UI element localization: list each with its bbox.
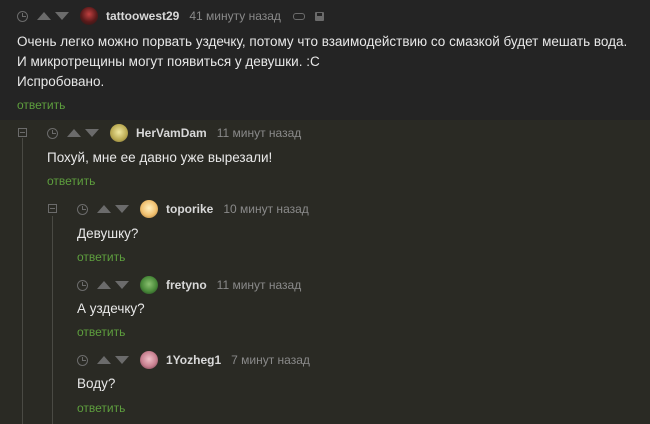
reply-button[interactable]: ответить xyxy=(77,250,125,264)
timestamp[interactable]: 11 минут назад xyxy=(217,278,302,292)
comment-text-line: Очень легко можно порвать уздечку, потом… xyxy=(17,34,628,49)
upvote-icon[interactable] xyxy=(97,356,111,364)
comment-body: Очень легко можно порвать уздечку, потом… xyxy=(17,32,647,92)
upvote-icon[interactable] xyxy=(97,281,111,289)
avatar[interactable] xyxy=(140,351,158,369)
clock-icon xyxy=(17,10,28,22)
thread-line xyxy=(52,216,53,424)
comment-text-line: Воду? xyxy=(77,376,116,391)
downvote-icon[interactable] xyxy=(115,205,129,213)
comment-body: Воду? xyxy=(77,374,115,394)
avatar[interactable] xyxy=(80,7,98,25)
username[interactable]: 1Yozheg1 xyxy=(166,353,221,367)
username[interactable]: HerVamDam xyxy=(136,126,207,140)
username[interactable]: tattoowest29 xyxy=(106,9,179,23)
timestamp[interactable]: 11 минут назад xyxy=(217,126,302,140)
clock-icon xyxy=(77,354,88,366)
comment-text-line: Похуй, мне ее давно уже вырезали! xyxy=(47,150,273,165)
comment-text-line: Испробовано. xyxy=(17,74,105,89)
thread-line xyxy=(22,138,23,424)
clock-icon xyxy=(77,279,88,291)
comment-header: tattoowest29 41 минуту назад xyxy=(17,6,324,26)
link-icon[interactable] xyxy=(292,12,305,20)
clock-icon xyxy=(47,127,58,139)
comment-text-line: Девушку? xyxy=(77,226,139,241)
comment-text-line: И микротрещины могут появиться у девушки… xyxy=(17,54,320,69)
downvote-icon[interactable] xyxy=(115,356,129,364)
avatar[interactable] xyxy=(140,276,158,294)
clock-icon xyxy=(77,203,88,215)
upvote-icon[interactable] xyxy=(67,129,81,137)
timestamp[interactable]: 7 минут назад xyxy=(231,353,310,367)
comment-body: А уздечку? xyxy=(77,299,145,319)
reply-button[interactable]: ответить xyxy=(77,325,125,339)
comment-text-line: А уздечку? xyxy=(77,301,145,316)
reply-button[interactable]: ответить xyxy=(47,174,95,188)
reply-button[interactable]: ответить xyxy=(77,401,125,415)
upvote-icon[interactable] xyxy=(97,205,111,213)
comment-header: toporike 10 минут назад xyxy=(77,199,321,219)
comment-body: Похуй, мне ее давно уже вырезали! xyxy=(47,148,272,168)
avatar[interactable] xyxy=(110,124,128,142)
avatar[interactable] xyxy=(140,200,158,218)
username[interactable]: toporike xyxy=(166,202,213,216)
downvote-icon[interactable] xyxy=(115,281,129,289)
comment-header: HerVamDam 11 минут назад xyxy=(47,123,313,143)
username[interactable]: fretyno xyxy=(166,278,207,292)
collapse-toggle[interactable] xyxy=(18,128,27,137)
save-icon[interactable] xyxy=(314,11,324,21)
downvote-icon[interactable] xyxy=(55,12,69,20)
upvote-icon[interactable] xyxy=(37,12,51,20)
comment-header: 1Yozheg1 7 минут назад xyxy=(77,350,322,370)
comment-body: Девушку? xyxy=(77,224,138,244)
timestamp[interactable]: 10 минут назад xyxy=(223,202,308,216)
collapse-toggle[interactable] xyxy=(48,204,57,213)
timestamp[interactable]: 41 минуту назад xyxy=(189,9,281,23)
comment-header: fretyno 11 минут назад xyxy=(77,275,313,295)
reply-button[interactable]: ответить xyxy=(17,98,65,112)
downvote-icon[interactable] xyxy=(85,129,99,137)
